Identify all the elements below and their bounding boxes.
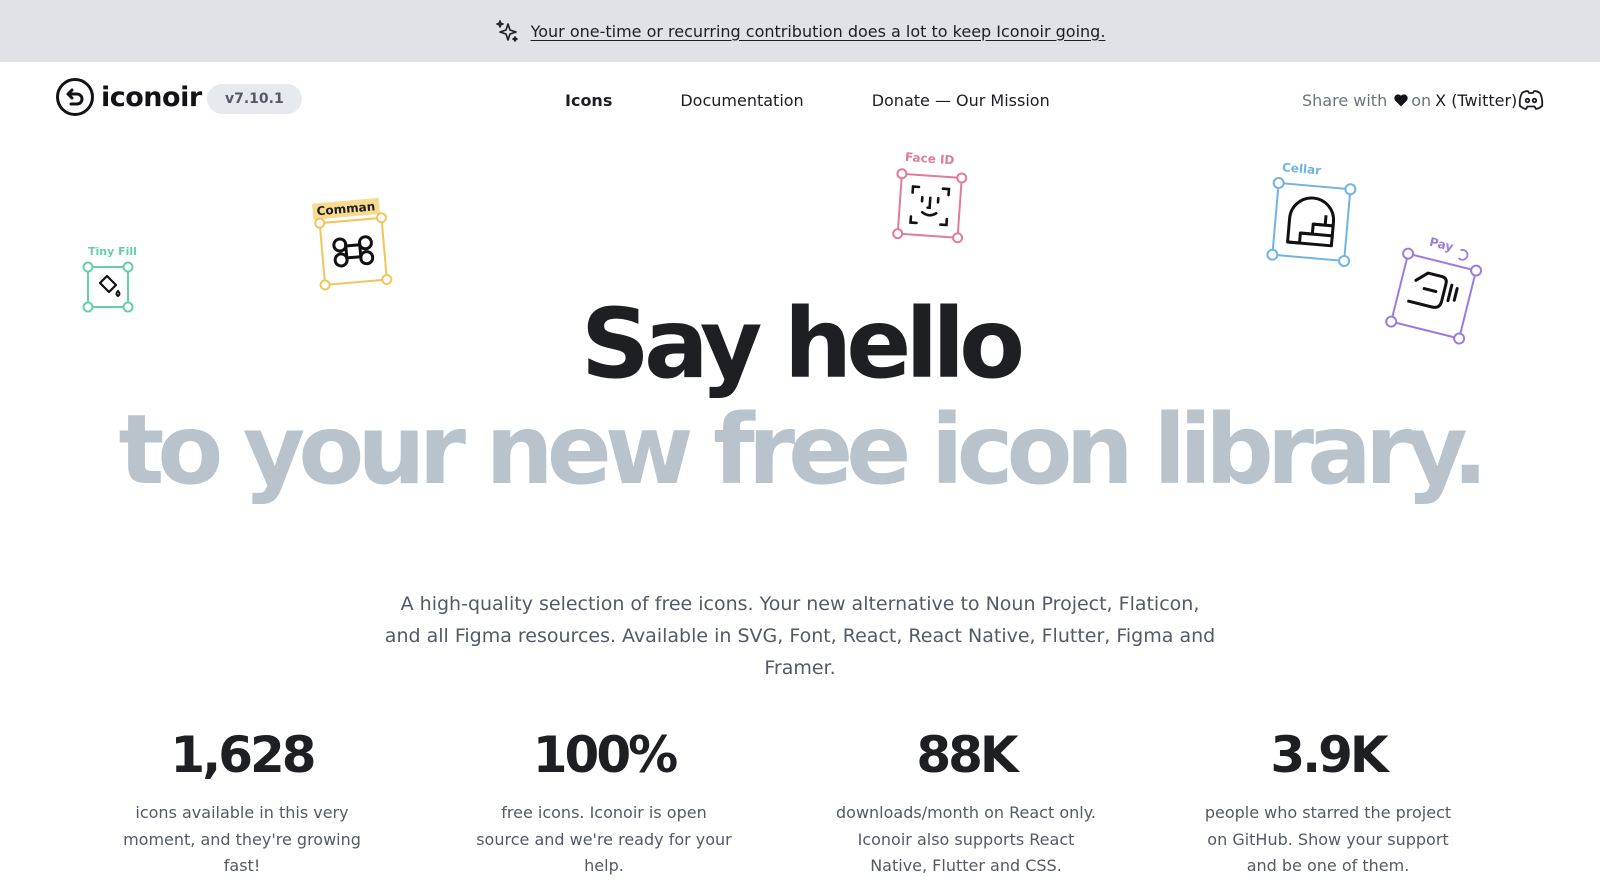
- announcement-banner: Your one-time or recurring contribution …: [0, 0, 1600, 62]
- share-on-x-link[interactable]: Share with on X (Twitter): [1302, 62, 1517, 138]
- command-icon: [314, 212, 393, 291]
- stat-value: 3.9K: [1270, 726, 1388, 784]
- hero-heading: Say hello: [580, 288, 1025, 400]
- discord-icon[interactable]: [1517, 88, 1545, 112]
- floating-icon-cellar: Cellar: [1257, 156, 1366, 274]
- donate-banner-link[interactable]: Your one-time or recurring contribution …: [531, 22, 1106, 41]
- cellar-icon: [1266, 176, 1357, 267]
- iconoir-logo[interactable]: iconoir: [55, 77, 202, 117]
- stat-description: free icons. Iconoir is open source and w…: [476, 803, 732, 875]
- main-nav-links: Icons Documentation Donate — Our Mission: [540, 62, 1050, 138]
- stats-section: 1,628 icons available in this very momen…: [0, 730, 1600, 889]
- heart-icon: [1393, 92, 1409, 108]
- stat-free: 100% free icons. Iconoir is open source …: [474, 730, 734, 880]
- top-navigation: iconoir v7.10.1 Icons Documentation Dona…: [0, 62, 1600, 138]
- floating-icon-command: Comman: [308, 194, 406, 301]
- version-badge[interactable]: v7.10.1: [207, 84, 302, 114]
- stat-github-stars: 3.9K people who starred the project on G…: [1198, 730, 1458, 880]
- face-id-icon: [892, 168, 968, 244]
- stat-icons-count: 1,628 icons available in this very momen…: [112, 730, 372, 880]
- stat-downloads: 88K downloads/month on React only. Icono…: [836, 730, 1096, 880]
- stat-value: 100%: [532, 726, 678, 784]
- nav-link-documentation[interactable]: Documentation: [680, 91, 803, 110]
- stat-value: 88K: [916, 726, 1018, 784]
- stat-description: downloads/month on React only. Iconoir a…: [836, 803, 1096, 875]
- logo-text: iconoir: [101, 81, 202, 113]
- stat-description: icons available in this very moment, and…: [123, 803, 361, 875]
- share-target: X (Twitter): [1435, 90, 1518, 110]
- stat-description: people who starred the project on GitHub…: [1204, 803, 1452, 875]
- nav-link-donate[interactable]: Donate — Our Mission: [872, 91, 1050, 110]
- share-prefix: Share with: [1302, 90, 1388, 110]
- hero-subheading: to your new free icon library.: [118, 394, 1489, 506]
- stat-value: 1,628: [170, 726, 316, 784]
- nav-link-icons[interactable]: Icons: [565, 91, 612, 110]
- iconoir-logo-icon: [55, 77, 95, 117]
- sparks-icon: [495, 18, 521, 44]
- floating-icon-face-id: Face ID: [885, 149, 982, 255]
- hero-description: A high-quality selection of free icons. …: [384, 593, 1216, 679]
- share-on-text: on: [1411, 90, 1432, 110]
